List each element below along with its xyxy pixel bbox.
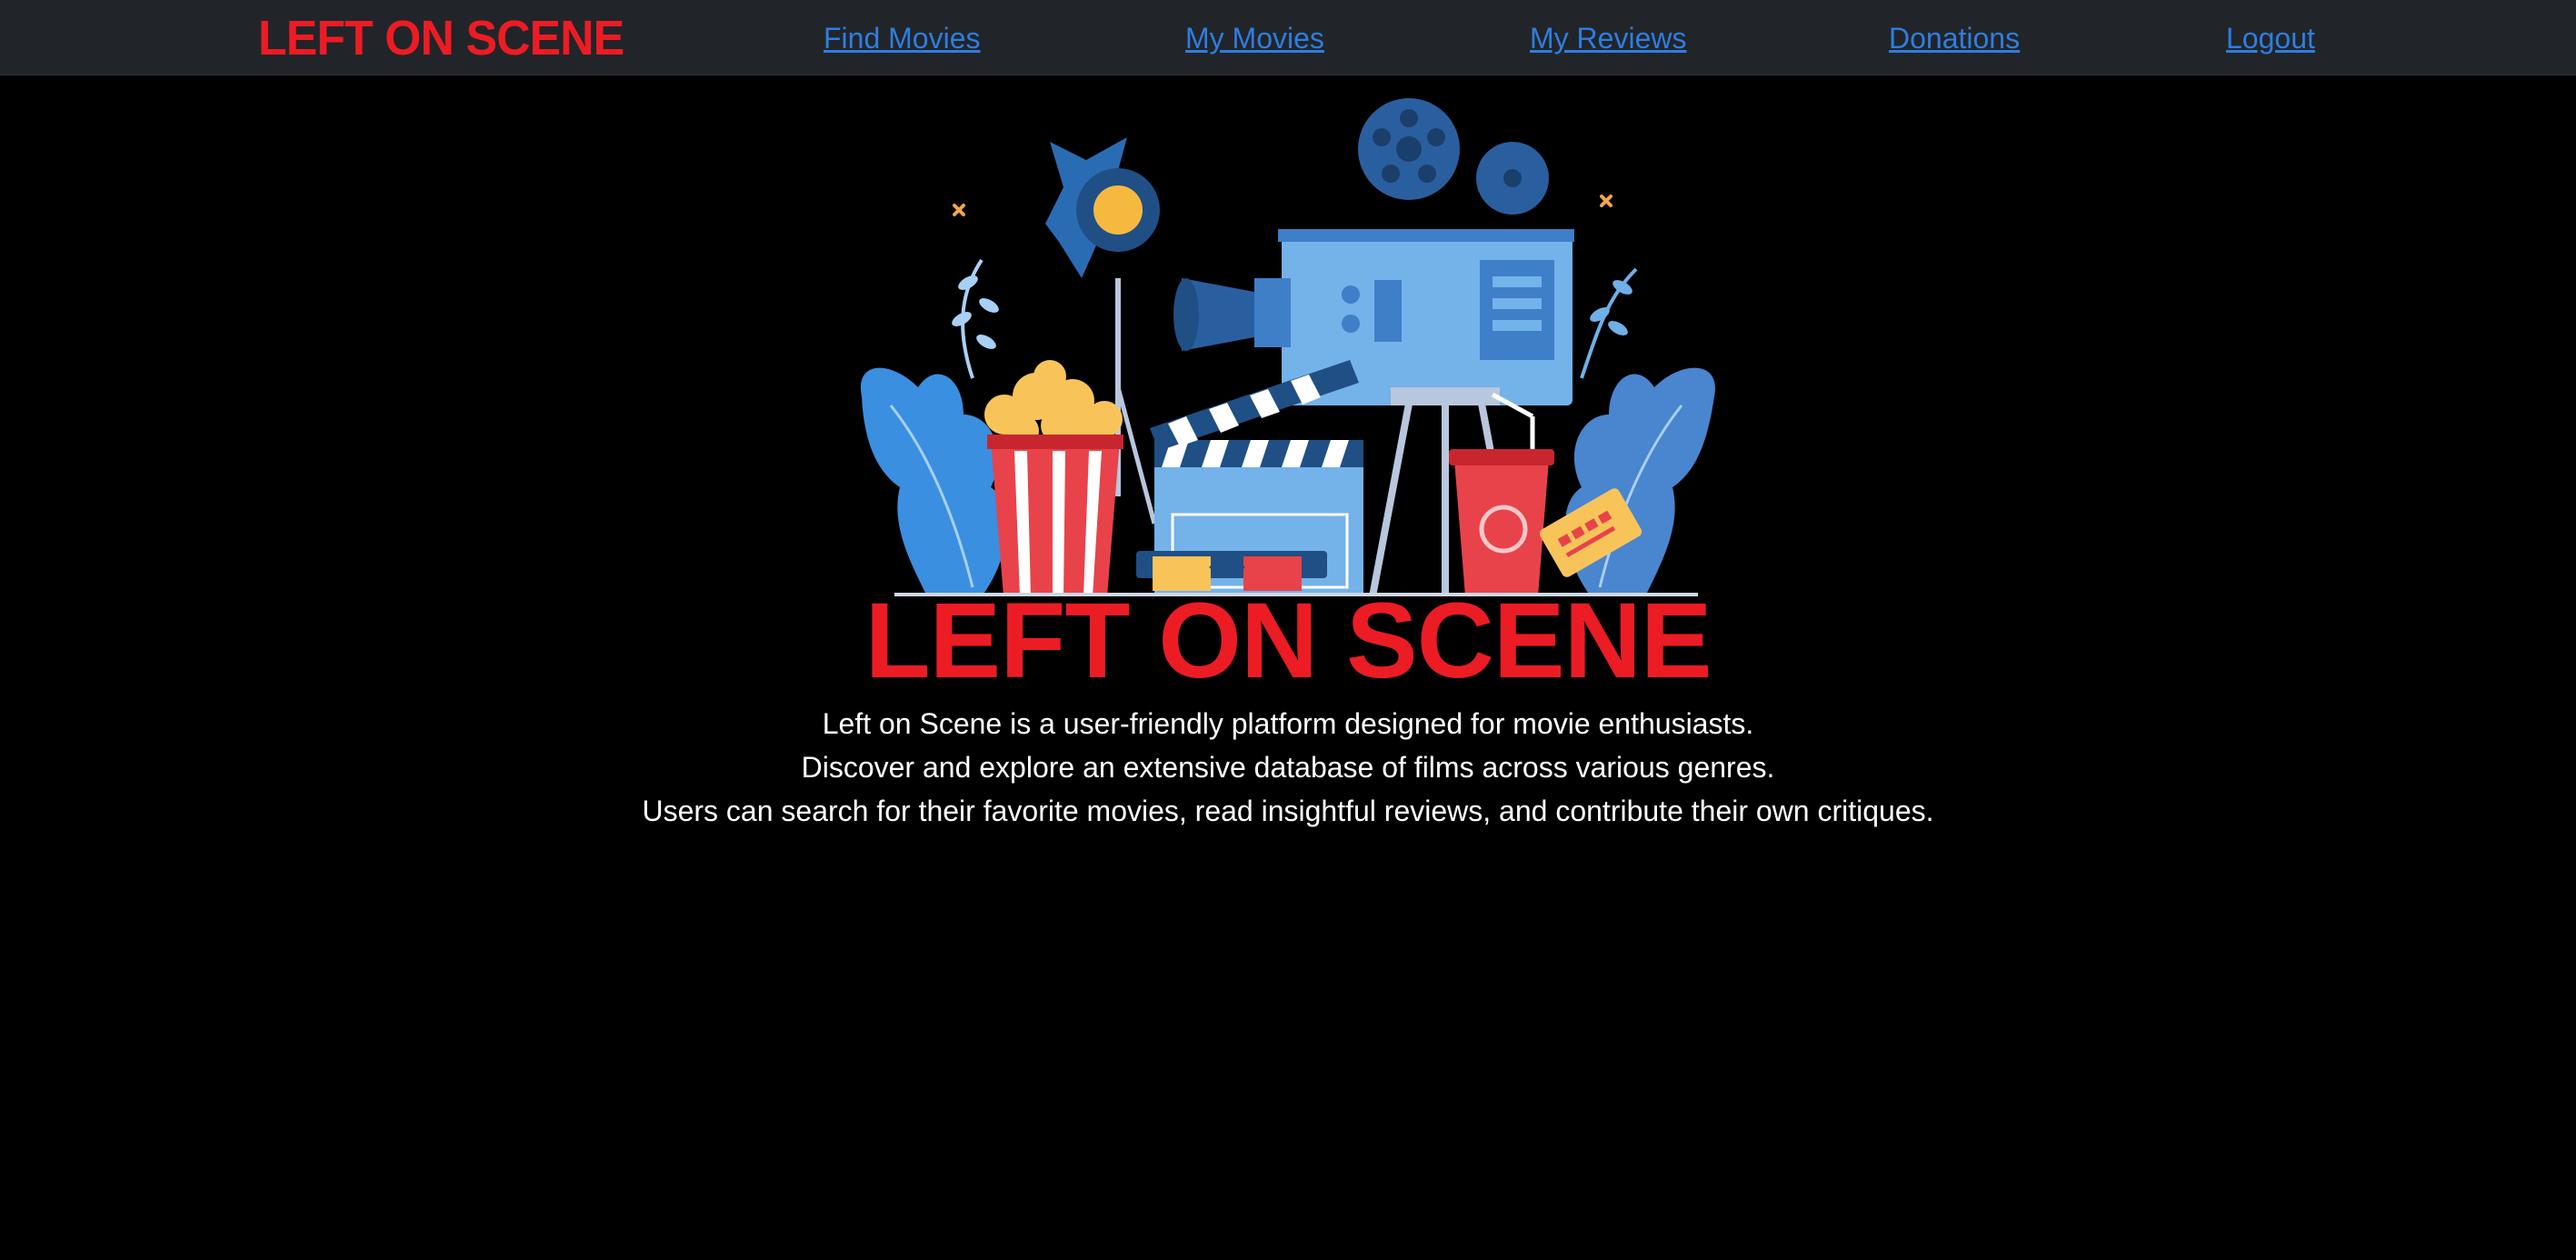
nav-link-donations[interactable]: Donations [1889, 20, 2020, 56]
popcorn-icon [984, 360, 1123, 596]
nav-link-find-movies[interactable]: Find Movies [824, 20, 981, 56]
nav-link-logout[interactable]: Logout [2226, 20, 2315, 56]
soda-cup-icon [1449, 392, 1554, 596]
hero-logo-title: LEFT ON SCENE [864, 581, 1712, 701]
top-navbar: LEFT ON SCENE Find Movies My Movies My R… [0, 0, 2576, 75]
brand-logo-text[interactable]: LEFT ON SCENE [258, 9, 624, 67]
description-line-2: Discover and explore an extensive databa… [801, 751, 1775, 784]
cinema-illustration [854, 87, 1722, 596]
description-line-1: Left on Scene is a user-friendly platfor… [822, 707, 1754, 740]
nav-link-my-reviews[interactable]: My Reviews [1530, 20, 1686, 56]
nav-link-my-movies[interactable]: My Movies [1185, 20, 1324, 56]
description-line-3: Users can search for their favorite movi… [642, 795, 1934, 827]
left-plant-icon [860, 258, 1008, 596]
